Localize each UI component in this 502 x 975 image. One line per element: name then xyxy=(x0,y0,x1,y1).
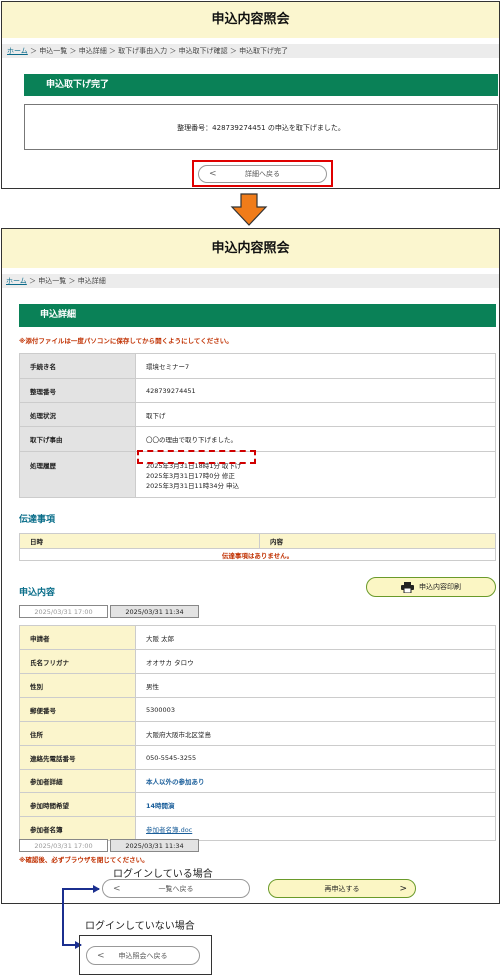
row-value: 男性 xyxy=(135,673,496,698)
page-title: 申込内容照会 xyxy=(2,229,499,268)
row-value: 大阪 太郎 xyxy=(135,625,496,650)
breadcrumb-item: 申込取下げ確認 xyxy=(178,47,228,55)
back-to-inquiry-button[interactable]: < 申込照会へ戻る xyxy=(86,946,200,965)
section-title: 申込詳細 xyxy=(19,304,496,327)
table-row: 性別 男性 xyxy=(19,673,496,698)
row-value: 14時開演 xyxy=(135,792,496,817)
row-label: 手続き名 xyxy=(19,353,136,379)
back-to-inquiry-label: 申込照会へ戻る xyxy=(118,952,168,960)
version-tab-active[interactable]: 2025/03/31 11:34 xyxy=(110,839,199,852)
history-entry: 2025年3月31日17時0分 修正 xyxy=(146,471,235,480)
back-to-list-button[interactable]: < 一覧へ戻る xyxy=(102,879,250,898)
logged-out-panel: < 申込照会へ戻る xyxy=(79,935,212,975)
print-label: 申込内容印刷 xyxy=(419,583,461,591)
version-tab[interactable]: 2025/03/31 17:00 xyxy=(19,605,108,618)
printer-icon xyxy=(401,582,414,593)
table-header: 日時 内容 xyxy=(19,533,496,549)
row-value: 取下げ xyxy=(135,402,496,427)
row-value: 050-5545-3255 xyxy=(135,745,496,770)
table-row: 処理状況 取下げ xyxy=(19,402,496,427)
row-label: 参加者名簿 xyxy=(19,816,136,841)
breadcrumb-item: 取下げ事由入力 xyxy=(118,47,168,55)
table-row: 氏名フリガナ オオサカ タロウ xyxy=(19,649,496,674)
row-label: 参加時間希望 xyxy=(19,792,136,817)
table-row: 整理番号 428739274451 xyxy=(19,378,496,403)
breadcrumb-home[interactable]: ホーム xyxy=(7,47,28,55)
history-highlight xyxy=(137,450,256,464)
breadcrumb: ホーム ＞ 申込一覧 ＞ 申込詳細 xyxy=(2,274,499,288)
version-tab-active[interactable]: 2025/03/31 11:34 xyxy=(110,605,199,618)
attachment-notice: ※添付ファイルは一度パソコンに保存してから開くようにしてください。 xyxy=(19,337,233,345)
empty-message: 伝達事項はありません。 xyxy=(19,548,496,561)
section-title: 申込取下げ完了 xyxy=(24,74,498,96)
row-label: 住所 xyxy=(19,721,136,746)
row-label: 郵便番号 xyxy=(19,697,136,722)
chevron-left-icon: < xyxy=(209,169,217,179)
breadcrumb-item: 申込詳細 xyxy=(77,277,106,285)
table-row: 住所 大阪府大阪市北区堂島 xyxy=(19,721,496,746)
table-row: 連絡先電話番号 050-5545-3255 xyxy=(19,745,496,770)
breadcrumb: ホーム ＞ 申込一覧 ＞ 申込詳細 ＞ 取下げ事由入力 ＞ 申込取下げ確認 ＞ … xyxy=(2,44,499,58)
table-row: 申請者 大阪 太郎 xyxy=(19,625,496,650)
breadcrumb-item: 申込詳細 xyxy=(78,47,107,55)
row-value: 大阪府大阪市北区堂島 xyxy=(135,721,496,746)
row-label: 連絡先電話番号 xyxy=(19,745,136,770)
row-value: 5300003 xyxy=(135,697,496,722)
breadcrumb-item: 申込一覧 xyxy=(39,47,68,55)
row-value: 本人以外の参加あり xyxy=(135,769,496,793)
history-entry: 2025年3月31日11時34分 申込 xyxy=(146,481,240,490)
caption-logged-in: ログインしている場合 xyxy=(113,869,213,880)
completion-message: 整理番号：428739274451 の申込を取下げました。 xyxy=(24,104,498,150)
row-value: 〇〇の理由で取り下げました。 xyxy=(135,426,496,452)
chevron-left-icon: < xyxy=(113,884,121,894)
row-value: 環境セミナー7 xyxy=(135,353,496,379)
messages-table: 日時 内容 伝達事項はありません。 xyxy=(19,533,496,561)
row-label: 申請者 xyxy=(19,625,136,650)
version-tab[interactable]: 2025/03/31 17:00 xyxy=(19,839,108,852)
breadcrumb-item: 申込一覧 xyxy=(38,277,67,285)
reapply-label: 再申込する xyxy=(324,885,360,893)
content-title: 申込内容 xyxy=(19,588,56,598)
table-row: 処理履歴 2025年3月31日18時1分 取下げ 2025年3月31日17時0分… xyxy=(19,451,496,498)
content-table: 申請者 大阪 太郎 氏名フリガナ オオサカ タロウ 性別 男性 郵便番号 5300003… xyxy=(19,625,496,841)
arrow-down-icon xyxy=(230,193,268,226)
table-row: 参加時間希望 14時開演 xyxy=(19,792,496,817)
breadcrumb-home[interactable]: ホーム xyxy=(6,277,27,285)
row-label: 氏名フリガナ xyxy=(19,649,136,674)
close-browser-notice: ※確認後、必ずブラウザを閉じてください。 xyxy=(19,856,149,864)
back-to-list-label: 一覧へ戻る xyxy=(158,885,194,893)
table-row: 郵便番号 5300003 xyxy=(19,697,496,722)
row-label: 処理状況 xyxy=(19,402,136,427)
table-row: 手続き名 環境セミナー7 xyxy=(19,353,496,379)
chevron-left-icon: < xyxy=(97,951,105,961)
row-label: 性別 xyxy=(19,673,136,698)
breadcrumb-item: 申込取下げ完了 xyxy=(239,47,289,55)
table-row: 参加者名簿 参加者名簿.doc xyxy=(19,816,496,841)
row-value: 参加者名簿.doc xyxy=(135,816,496,841)
row-label: 取下げ事由 xyxy=(19,426,136,452)
back-to-detail-button[interactable]: < 詳細へ戻る xyxy=(198,165,327,183)
row-value: オオサカ タロウ xyxy=(135,649,496,674)
chevron-right-icon: > xyxy=(399,884,407,894)
table-row: 伝達事項はありません。 xyxy=(19,548,496,561)
reapply-button[interactable]: 再申込する > xyxy=(268,879,416,898)
table-row: 参加者詳細 本人以外の参加あり xyxy=(19,769,496,793)
back-to-detail-label: 詳細へ戻る xyxy=(245,170,280,178)
detail-screen: 申込内容照会 ホーム ＞ 申込一覧 ＞ 申込詳細 申込詳細 ※添付ファイルは一度… xyxy=(1,228,500,904)
column-header: 日時 xyxy=(19,533,260,549)
messages-title: 伝達事項 xyxy=(19,515,56,525)
completion-screen: 申込内容照会 ホーム ＞ 申込一覧 ＞ 申込詳細 ＞ 取下げ事由入力 ＞ 申込取… xyxy=(1,1,500,189)
page-title: 申込内容照会 xyxy=(2,2,499,38)
row-value: 428739274451 xyxy=(135,378,496,403)
row-label: 整理番号 xyxy=(19,378,136,403)
attachment-link[interactable]: 参加者名簿.doc xyxy=(146,826,192,834)
column-header: 内容 xyxy=(259,533,496,549)
table-row: 取下げ事由 〇〇の理由で取り下げました。 xyxy=(19,426,496,452)
row-label: 処理履歴 xyxy=(19,451,136,498)
caption-logged-out: ログインしていない場合 xyxy=(85,921,195,932)
detail-table: 手続き名 環境セミナー7 整理番号 428739274451 処理状況 取下げ 取下げ… xyxy=(19,353,496,498)
print-button[interactable]: 申込内容印刷 xyxy=(366,577,496,597)
row-label: 参加者詳細 xyxy=(19,769,136,793)
